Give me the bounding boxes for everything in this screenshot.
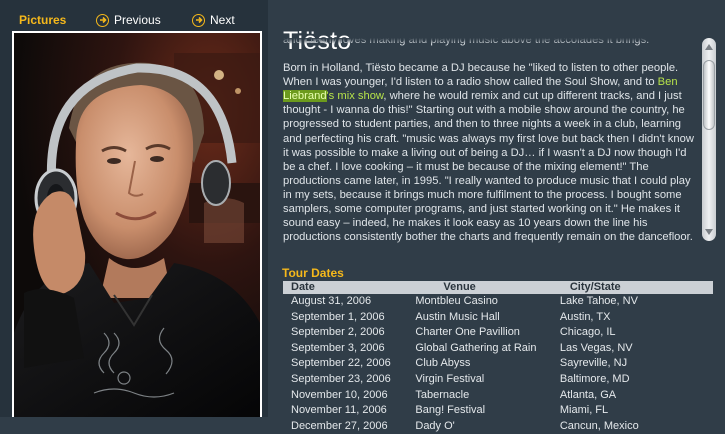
tour-city: Cancun, Mexico [559, 419, 639, 432]
tour-city: Atlanta, GA [559, 388, 617, 401]
tour-date: September 1, 2006 [291, 310, 385, 323]
next-button[interactable]: Next [192, 12, 235, 28]
tour-venue: Tabernacle [415, 388, 470, 401]
next-label: Next [210, 13, 235, 27]
pictures-title: Pictures [19, 13, 67, 27]
tour-date: August 31, 2006 [291, 295, 372, 307]
tour-date: September 2, 2006 [291, 326, 385, 339]
table-row: September 3, 2006 Global Gathering at Ra… [283, 341, 713, 357]
fade-top [283, 38, 698, 44]
table-row: August 31, 2006 Montbleu Casino Lake Tah… [283, 294, 713, 310]
tour-venue: Club Abyss [415, 357, 471, 370]
header-city: City/State [551, 281, 713, 294]
arrow-circle-icon [192, 13, 205, 27]
tour-date: December 27, 2006 [291, 419, 388, 432]
highlighted-word: Liebrand [283, 90, 327, 103]
tour-city: Lake Tahoe, NV [559, 295, 638, 307]
tour-date: September 23, 2006 [291, 372, 391, 385]
tour-city: Chicago, IL [559, 326, 616, 339]
tour-venue: Charter One Pavillion [415, 326, 520, 339]
table-row: September 1, 2006 Austin Music Hall Aust… [283, 310, 713, 326]
table-header-row: Date Venue City/State [283, 281, 713, 294]
previous-button[interactable]: Previous [96, 12, 161, 28]
arrow-circle-icon [96, 13, 109, 27]
tour-date: November 11, 2006 [291, 404, 387, 417]
tour-dates-title: Tour Dates [282, 266, 344, 280]
link-text: Ben [657, 76, 678, 89]
fade-bottom [283, 240, 698, 250]
header-venue: Venue [415, 281, 552, 294]
table-row: September 2, 2006 Charter One Pavillion … [283, 325, 713, 341]
table-row: December 27, 2006 Dady O' Cancun, Mexico [283, 419, 713, 434]
tour-city: Austin, TX [559, 310, 611, 323]
tour-date: November 10, 2006 [291, 388, 388, 401]
tour-venue: Dady O' [415, 419, 455, 432]
table-row: November 11, 2006 Bang! Festival Miami, … [283, 403, 713, 419]
tour-city: Baltimore, MD [559, 372, 630, 385]
artist-photo-image [14, 33, 260, 417]
tour-dates-table: Date Venue City/State August 31, 2006 Mo… [283, 281, 713, 434]
table-row: November 10, 2006 Tabernacle Atlanta, GA [283, 388, 713, 404]
link-text: 's mix show [326, 90, 384, 103]
header-date: Date [283, 281, 416, 294]
tour-venue: Austin Music Hall [415, 310, 500, 323]
tour-date: September 3, 2006 [291, 341, 385, 354]
bio-text-segment: , where he would remix and cut up differ… [283, 90, 694, 244]
triangle-down-icon[interactable] [702, 225, 716, 239]
bio-text: and clearly loves making and playing mus… [283, 38, 698, 250]
tour-venue: Virgin Festival [415, 372, 485, 385]
table-row: September 22, 2006 Club Abyss Sayreville… [283, 356, 713, 372]
tour-venue: Global Gathering at Rain [415, 341, 537, 354]
table-row: September 23, 2006 Virgin Festival Balti… [283, 372, 713, 388]
bio-scroll-area[interactable]: and clearly loves making and playing mus… [283, 38, 698, 250]
artist-photo[interactable] [12, 31, 262, 417]
bio-paragraph: Born in Holland, Tiësto became a DJ beca… [283, 61, 698, 244]
pictures-panel: Pictures Previous Next [0, 0, 268, 417]
tour-venue: Montbleu Casino [415, 295, 498, 307]
triangle-up-icon[interactable] [702, 40, 716, 54]
tour-date: September 22, 2006 [291, 357, 391, 370]
tour-city: Miami, FL [559, 404, 609, 417]
previous-label: Previous [114, 13, 161, 27]
scroll-thumb[interactable] [703, 60, 715, 130]
tour-city: Las Vegas, NV [559, 341, 633, 354]
bio-text-segment: Born in Holland, Tiësto became a DJ beca… [283, 62, 679, 89]
pictures-header: Pictures Previous Next [0, 10, 268, 32]
bio-scrollbar[interactable] [702, 38, 716, 241]
tour-city: Sayreville, NJ [559, 357, 628, 370]
tour-venue: Bang! Festival [415, 404, 486, 417]
